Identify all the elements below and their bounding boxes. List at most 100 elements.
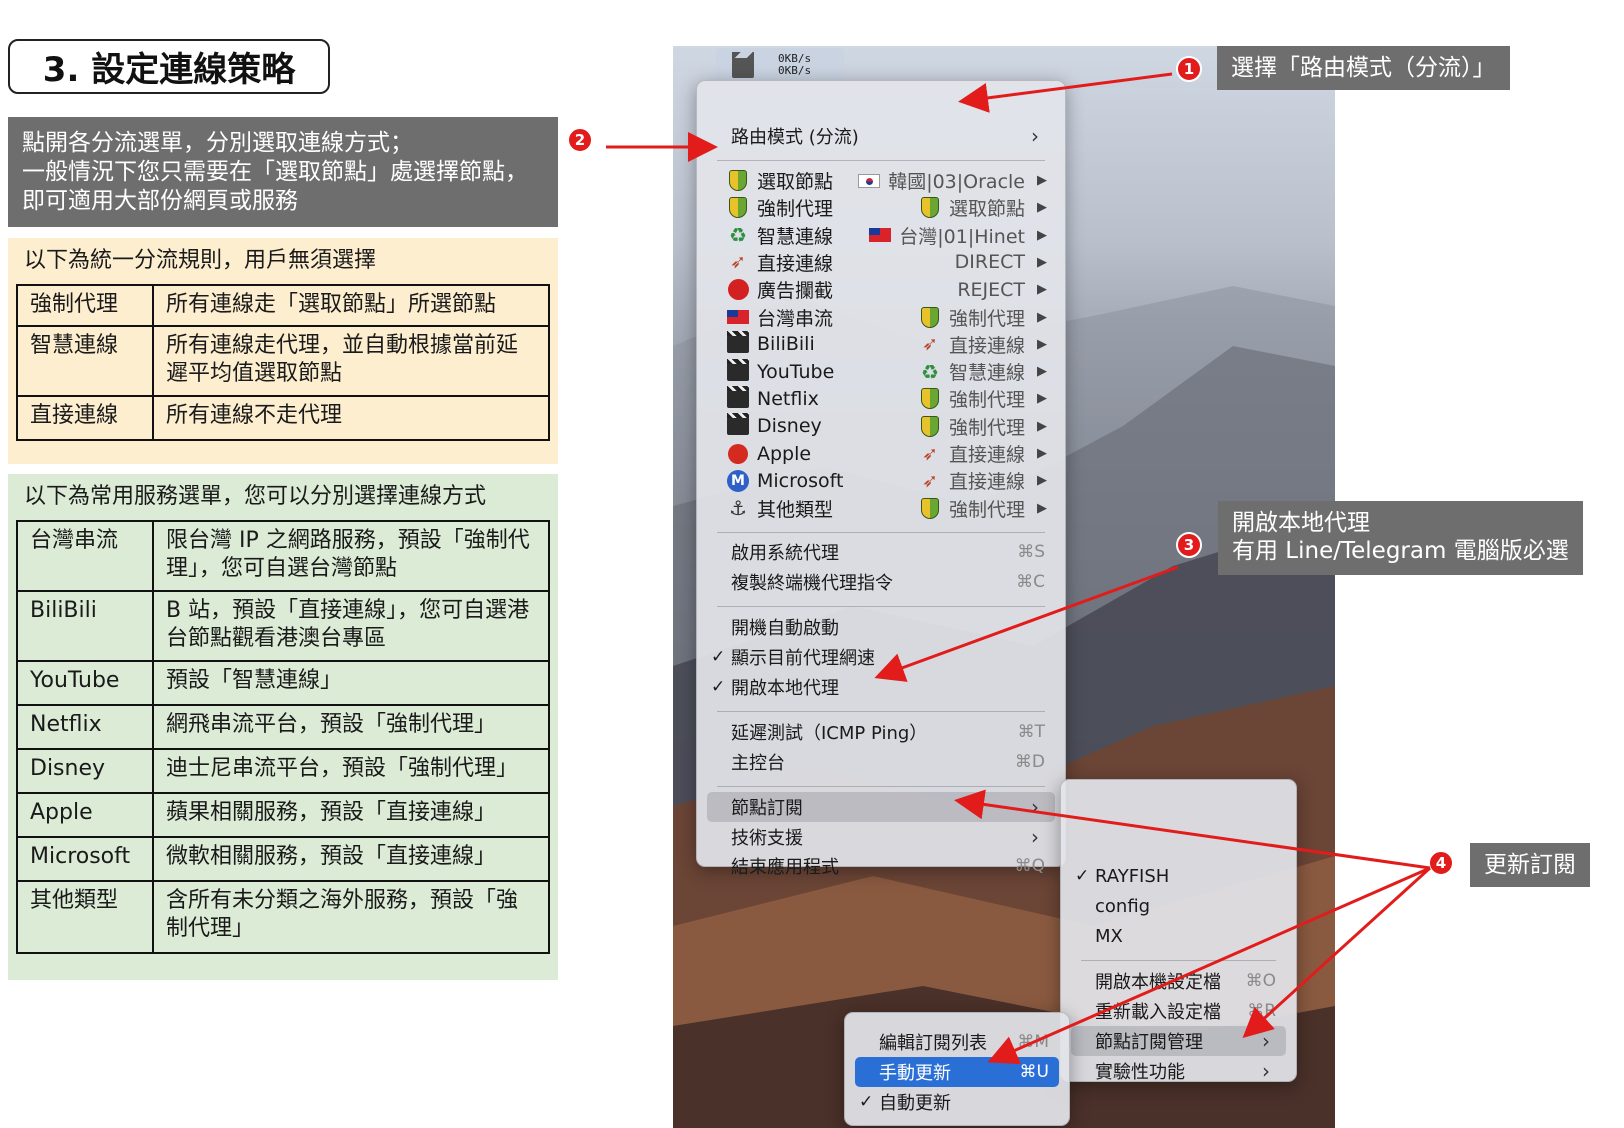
proxy-group-name: Microsoft xyxy=(757,469,844,492)
rule-desc: 所有連線走代理，並自動根據當前延遲平均值選取節點 xyxy=(152,325,550,397)
menu-item-route-mode[interactable]: 路由模式 (分流) › xyxy=(707,121,1055,151)
proxy-group-value: 韓國|03|Oracle xyxy=(888,171,1025,193)
proxy-group-name: 台灣串流 xyxy=(757,307,834,330)
proxy-group-value: 直接連線 xyxy=(948,471,1025,494)
shortcut-label: ⌘M xyxy=(1017,1032,1049,1052)
separator xyxy=(717,532,1045,533)
menu-item-label: 編輯訂閱列表 xyxy=(879,1033,987,1054)
callout-text: 開啟本地代理 xyxy=(1232,510,1370,536)
service-desc: B 站，預設「直接連線」，您可自選港台節點觀看港澳台專區 xyxy=(152,590,550,662)
config-item-mx[interactable]: MX xyxy=(1071,921,1286,951)
proxy-group-value: 強制代理 xyxy=(948,416,1025,439)
shield-icon xyxy=(915,414,945,438)
menu-item-manual-update[interactable]: 手動更新 ⌘U xyxy=(855,1057,1059,1087)
proxy-group-name: Netflix xyxy=(757,387,819,410)
services-heading: 以下為常用服務選單，您可以分別選擇連線方式 xyxy=(24,484,487,509)
menu-item-show-speed[interactable]: ✓ 顯示目前代理網速 xyxy=(707,642,1055,672)
table-row: Netflix 網飛串流平台，預設「強制代理」 xyxy=(16,704,550,750)
service-name: YouTube xyxy=(16,660,154,706)
service-name: Netflix xyxy=(16,704,154,750)
proxy-group-name: Disney xyxy=(757,415,822,438)
proxy-group-item[interactable]: 強制代理 選取節點 ▶ xyxy=(707,194,1055,221)
service-name: Apple xyxy=(16,792,154,838)
proxy-group-item[interactable]: 選取節點 韓國|03|Oracle ▶ xyxy=(707,167,1055,194)
proxy-group-item[interactable]: YouTube ♻ 智慧連線 ▶ xyxy=(707,358,1055,385)
menu-item-support[interactable]: 技術支援 › xyxy=(707,822,1055,852)
rocket-icon: ➶ xyxy=(922,442,938,465)
shortcut-label: ⌘T xyxy=(1017,722,1045,742)
triangle-right-icon: ▶ xyxy=(1037,391,1047,407)
triangle-right-icon: ▶ xyxy=(1037,364,1047,380)
checkmark-icon: ✓ xyxy=(859,1092,874,1112)
menu-item-sub-manage[interactable]: 節點訂閱管理 › xyxy=(1071,1026,1286,1056)
shortcut-label: ⌘Q xyxy=(1014,856,1045,876)
service-desc: 蘋果相關服務，預設「直接連線」 xyxy=(152,792,550,838)
service-name: 台灣串流 xyxy=(16,520,154,592)
menu-item-latency-test[interactable]: 延遲測試（ICMP Ping） ⌘T xyxy=(707,717,1055,747)
proxy-group-selection: ➶ 直接連線 xyxy=(915,440,1025,467)
menu-item-subscription[interactable]: 節點訂閱 › xyxy=(707,792,1055,822)
menu-item-autostart[interactable]: 開機自動啟動 xyxy=(707,612,1055,642)
service-desc: 限台灣 IP 之網路服務，預設「強制代理」，您可自選台灣節點 xyxy=(152,520,550,592)
menu-item-experimental[interactable]: 實驗性功能 › xyxy=(1071,1056,1286,1086)
rules-table: 強制代理 所有連線走「選取節點」所選節點 智慧連線 所有連線走代理，並自動根據當前延… xyxy=(16,284,550,441)
anchor-icon: ⚓ xyxy=(729,496,747,521)
proxy-group-item[interactable]: Netflix 強制代理 ▶ xyxy=(707,385,1055,412)
proxy-group-item[interactable]: ♻ 智慧連線 台灣|01|Hinet ▶ xyxy=(707,222,1055,249)
menu-item-label: 複製終端機代理指令 xyxy=(731,573,893,594)
menu-item-edit-list[interactable]: 編輯訂閱列表 ⌘M xyxy=(855,1027,1059,1057)
menu-item-auto-update[interactable]: ✓ 自動更新 xyxy=(855,1087,1059,1117)
proxy-group-value: REJECT xyxy=(957,278,1025,301)
table-row: 其他類型 含所有未分類之海外服務，預設「強制代理」 xyxy=(16,880,550,954)
menu-item-copy-command[interactable]: 複製終端機代理指令 ⌘C xyxy=(707,567,1055,597)
rocket-icon: ➶ xyxy=(730,251,746,274)
desktop-screenshot: 0KB/s 0KB/s 路由模式 (分流) › 選取節點 韓國|03|Oracle… xyxy=(673,46,1335,1128)
proxy-group-item[interactable]: 廣告攔截 REJECT ▶ xyxy=(707,276,1055,303)
step-badge-2: 2 xyxy=(567,127,593,153)
recycle-icon: ♻ xyxy=(921,359,939,384)
config-item-rayfish[interactable]: ✓ RAYFISH xyxy=(1071,861,1286,891)
proxy-group-item[interactable]: ⚓ 其他類型 強制代理 ▶ xyxy=(707,495,1055,522)
proxy-group-name: Apple xyxy=(757,442,812,465)
menu-item-label: 實驗性功能 xyxy=(1095,1062,1185,1083)
proxy-group-item[interactable]: ➶ 直接連線 DIRECT ▶ xyxy=(707,249,1055,276)
chevron-right-icon: › xyxy=(1262,1029,1270,1053)
menu-item-dashboard[interactable]: 主控台 ⌘D xyxy=(707,747,1055,777)
proxy-group-name: 智慧連線 xyxy=(757,225,834,248)
speed-readout: 0KB/s 0KB/s xyxy=(778,53,811,77)
triangle-right-icon: ▶ xyxy=(1037,309,1047,325)
service-name: Disney xyxy=(16,748,154,794)
menu-item-open-config[interactable]: 開啟本機設定檔 ⌘O xyxy=(1071,966,1286,996)
proxy-group-item[interactable]: BiliBili ➶ 直接連線 ▶ xyxy=(707,331,1055,358)
proxy-group-selection: 台灣|01|Hinet xyxy=(865,222,1025,249)
menu-item-local-proxy[interactable]: ✓ 開啟本地代理 xyxy=(707,672,1055,702)
proxy-group-selection: ➶ 直接連線 xyxy=(915,467,1025,494)
service-desc: 迪士尼串流平台，預設「強制代理」 xyxy=(152,748,550,794)
proxy-group-item[interactable]: Disney 強制代理 ▶ xyxy=(707,413,1055,440)
shortcut-label: ⌘U xyxy=(1019,1062,1049,1082)
menubar-status-item[interactable]: 0KB/s 0KB/s xyxy=(716,48,844,82)
config-item-config[interactable]: config xyxy=(1071,891,1286,921)
service-name: 其他類型 xyxy=(16,880,154,954)
menu-item-label: 路由模式 (分流) xyxy=(731,127,859,148)
proxy-group-name: BiliBili xyxy=(757,333,815,356)
proxy-group-selection: 強制代理 xyxy=(915,413,1025,440)
proxy-group-name: 直接連線 xyxy=(757,252,834,275)
proxy-group-item[interactable]: 台灣串流 強制代理 ▶ xyxy=(707,304,1055,331)
proxy-group-value: 直接連線 xyxy=(948,334,1025,357)
proxy-group-item[interactable]: M Microsoft ➶ 直接連線 ▶ xyxy=(707,467,1055,494)
proxy-group-value: 強制代理 xyxy=(948,389,1025,412)
menu-item-system-proxy[interactable]: 啟用系統代理 ⌘S xyxy=(707,537,1055,567)
chevron-right-icon: › xyxy=(1031,825,1039,849)
checkmark-icon: ✓ xyxy=(711,677,726,697)
proxy-group-item[interactable]: Apple ➶ 直接連線 ▶ xyxy=(707,440,1055,467)
service-desc: 含所有未分類之海外服務，預設「強制代理」 xyxy=(152,880,550,954)
rule-desc: 所有連線走「選取節點」所選節點 xyxy=(152,284,550,327)
menu-item-quit[interactable]: 結束應用程式 ⌘Q xyxy=(707,851,1055,881)
triangle-right-icon: ▶ xyxy=(1037,227,1047,243)
checkmark-icon: ✓ xyxy=(1075,866,1090,886)
menu-item-reload-config[interactable]: 重新載入設定檔 ⌘R xyxy=(1071,996,1286,1026)
rules-heading: 以下為統一分流規則，用戶無須選擇 xyxy=(24,248,377,273)
clapper-icon xyxy=(723,331,753,356)
separator xyxy=(717,711,1045,712)
